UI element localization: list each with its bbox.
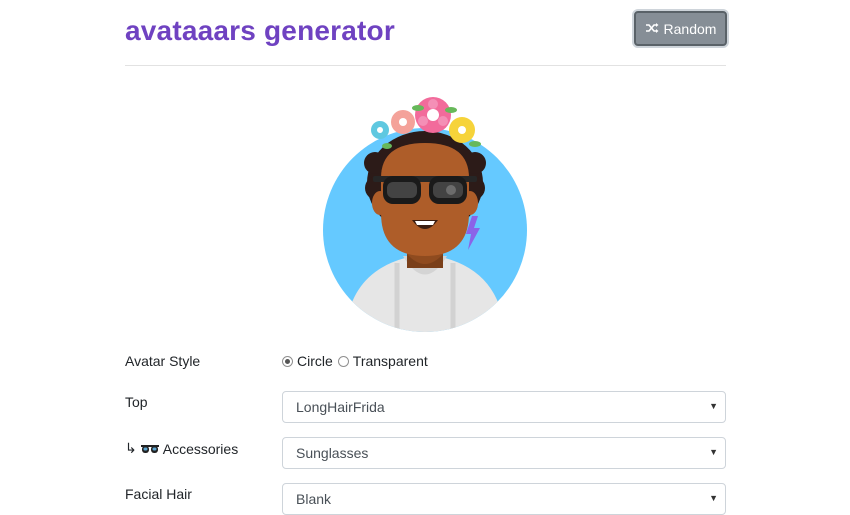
- accessories-label: Accessories: [162, 440, 239, 457]
- top-select-value: LongHairFrida: [296, 399, 385, 415]
- radio-circle-label[interactable]: Circle: [297, 353, 333, 369]
- chevron-down-icon: ▼: [709, 401, 718, 411]
- header-divider: [125, 65, 726, 66]
- avatar-style-radio-group: Circle Transparent: [282, 353, 433, 369]
- radio-selected-dot: [285, 358, 290, 364]
- random-button-label: Random: [663, 20, 717, 37]
- facial-hair-select-value: Blank: [296, 491, 332, 507]
- radio-transparent[interactable]: [337, 355, 349, 367]
- chevron-down-icon: ▼: [709, 447, 718, 457]
- facial-hair-label: Facial Hair: [125, 486, 192, 502]
- radio-transparent-label[interactable]: Transparent: [353, 353, 428, 369]
- sunglasses-icon: [140, 441, 159, 457]
- chevron-down-icon: ▼: [709, 493, 718, 503]
- sub-option-arrow-icon: ↳: [125, 440, 137, 456]
- accessories-label-group: ↳ Accessories: [125, 440, 238, 457]
- avatar-style-label: Avatar Style: [125, 353, 201, 369]
- page-title: avataaars generator: [125, 15, 395, 46]
- accessories-select-value: Sunglasses: [296, 445, 369, 461]
- top-label: Top: [125, 394, 148, 410]
- accessories-select[interactable]: Sunglasses ▼: [282, 437, 726, 469]
- random-button[interactable]: Random: [634, 11, 727, 46]
- avatar-preview: [315, 88, 535, 333]
- shuffle-icon: [645, 22, 659, 36]
- radio-circle[interactable]: [282, 355, 293, 367]
- top-select[interactable]: LongHairFrida ▼: [282, 391, 726, 423]
- facial-hair-select[interactable]: Blank ▼: [282, 483, 726, 515]
